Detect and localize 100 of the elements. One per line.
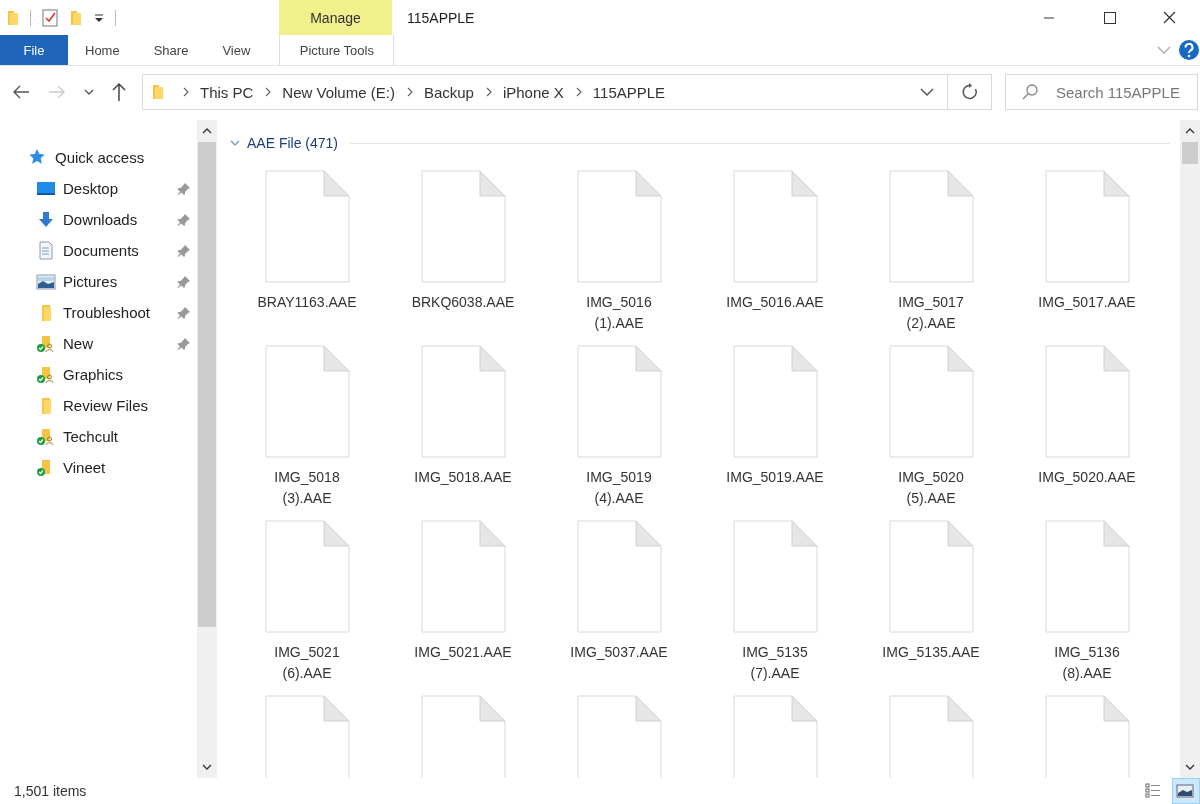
file-icon[interactable] — [1044, 520, 1130, 633]
shared-folder-icon — [36, 426, 56, 447]
ribbon-tab[interactable]: View — [205, 35, 268, 65]
file-name[interactable]: IMG_5021 (6).AAE — [251, 642, 363, 684]
sidebar-item[interactable]: Documents — [0, 235, 197, 266]
file-icon[interactable] — [732, 520, 818, 633]
file-icon[interactable] — [888, 695, 974, 778]
scroll-thumb[interactable] — [1182, 142, 1198, 164]
search-icon — [1021, 83, 1039, 101]
file-icon[interactable] — [264, 170, 350, 283]
expand-ribbon-icon[interactable] — [1156, 44, 1172, 56]
scroll-thumb[interactable] — [198, 142, 216, 627]
folder-icon — [151, 83, 165, 101]
file-name[interactable]: IMG_5017 (2).AAE — [875, 292, 987, 334]
file-name[interactable]: IMG_5018 (3).AAE — [251, 467, 363, 509]
search-field[interactable]: Search 115APPLE — [1005, 74, 1198, 110]
pin-icon[interactable] — [177, 181, 191, 196]
pin-icon[interactable] — [177, 212, 191, 227]
file-icon[interactable] — [732, 345, 818, 458]
file-name[interactable]: IMG_5020.AAE — [1038, 467, 1136, 488]
address-bar[interactable]: This PC New Volume (E:) Backup iPhone X 115APPLE — [142, 74, 948, 110]
breadcrumb-item[interactable]: This PC — [200, 83, 254, 101]
sidebar-item[interactable]: Graphics — [0, 359, 197, 390]
pin-icon[interactable] — [177, 274, 191, 289]
ribbon-tab[interactable]: Picture Tools — [279, 35, 395, 65]
ribbon-tab[interactable]: Share — [136, 35, 206, 65]
ribbon-tab[interactable]: Home — [68, 35, 137, 65]
properties-icon[interactable] — [41, 7, 59, 28]
new-folder-icon[interactable] — [69, 8, 83, 27]
item-count: 1,501 items — [14, 783, 87, 799]
file-icon[interactable] — [576, 695, 662, 778]
file-name[interactable]: IMG_5017.AAE — [1038, 292, 1136, 313]
file-name[interactable]: BRAY1163.AAE — [257, 292, 357, 313]
scroll-up-icon[interactable] — [201, 126, 213, 136]
pin-icon[interactable] — [177, 243, 191, 258]
file-name[interactable]: IMG_5019.AAE — [726, 467, 824, 488]
file-icon[interactable] — [888, 170, 974, 283]
file-icon[interactable] — [576, 520, 662, 633]
file-name[interactable]: IMG_5019 (4).AAE — [563, 467, 675, 509]
file-icon[interactable] — [420, 520, 506, 633]
file-icon[interactable] — [1044, 695, 1130, 778]
pin-icon[interactable] — [177, 336, 191, 351]
chevron-icon[interactable] — [181, 86, 191, 98]
file-name[interactable]: IMG_5135 (7).AAE — [719, 642, 831, 684]
file-icon[interactable] — [420, 170, 506, 283]
collapse-chevron-icon[interactable] — [229, 138, 241, 148]
dropdown-caret-icon[interactable] — [919, 86, 935, 98]
help-icon[interactable] — [1178, 39, 1200, 61]
breadcrumb-item[interactable]: New Volume (E:) — [282, 83, 395, 101]
file-icon[interactable] — [888, 345, 974, 458]
file-icon[interactable] — [1044, 345, 1130, 458]
breadcrumb-item[interactable]: 115APPLE — [592, 83, 666, 101]
scrollbar[interactable] — [197, 120, 217, 778]
file-icon[interactable] — [732, 695, 818, 778]
file-name[interactable]: IMG_5016.AAE — [726, 292, 824, 313]
file-icon[interactable] — [264, 520, 350, 633]
sidebar-item[interactable]: Vineet — [0, 452, 197, 483]
file-name[interactable]: IMG_5037.AAE — [570, 642, 668, 663]
sidebar-item[interactable]: Review Files — [0, 390, 197, 421]
refresh-button[interactable] — [948, 74, 992, 110]
large-icons-view-icon[interactable] — [1172, 778, 1200, 804]
file-name[interactable]: IMG_5018.AAE — [414, 467, 512, 488]
breadcrumb-item[interactable]: Backup — [423, 83, 474, 101]
scroll-down-icon[interactable] — [1184, 762, 1196, 772]
group-header[interactable]: AAE File (471) — [247, 135, 339, 151]
scrollbar[interactable] — [1180, 120, 1200, 778]
file-name[interactable]: IMG_5016 (1).AAE — [563, 292, 675, 334]
file-icon[interactable] — [1044, 170, 1130, 283]
manage-group-label: Manage — [279, 0, 392, 35]
file-name[interactable]: IMG_5020 (5).AAE — [875, 467, 987, 509]
up-arrow-icon[interactable] — [110, 81, 128, 103]
file-icon[interactable] — [576, 345, 662, 458]
ribbon-tab[interactable]: File — [0, 35, 68, 65]
scroll-down-icon[interactable] — [201, 762, 213, 772]
sidebar-item[interactable]: Quick access — [0, 142, 197, 173]
file-name[interactable]: IMG_5021.AAE — [414, 642, 512, 663]
file-name[interactable]: IMG_5136 (8).AAE — [1031, 642, 1143, 684]
file-name[interactable]: IMG_5135.AAE — [882, 642, 980, 663]
sidebar-item[interactable]: New — [0, 328, 197, 359]
shared-folder-icon — [36, 364, 56, 385]
sidebar-item[interactable]: Downloads — [0, 204, 197, 235]
file-name[interactable]: BRKQ6038.AAE — [411, 292, 515, 313]
pin-icon[interactable] — [177, 305, 191, 320]
customize-dropdown-icon[interactable] — [93, 11, 105, 24]
file-icon[interactable] — [264, 345, 350, 458]
sidebar-item[interactable]: Troubleshoot — [0, 297, 197, 328]
sidebar-item[interactable]: Pictures — [0, 266, 197, 297]
breadcrumb-item[interactable]: iPhone X — [502, 83, 564, 101]
scroll-up-icon[interactable] — [1184, 126, 1196, 136]
file-icon[interactable] — [420, 695, 506, 778]
file-icon[interactable] — [576, 170, 662, 283]
file-icon[interactable] — [420, 345, 506, 458]
window-title: 115APPLE — [406, 8, 476, 28]
sidebar-item[interactable]: Desktop — [0, 173, 197, 204]
pictures-icon — [36, 271, 56, 292]
folder-icon[interactable] — [6, 8, 20, 27]
file-icon[interactable] — [732, 170, 818, 283]
file-icon[interactable] — [888, 520, 974, 633]
file-icon[interactable] — [264, 695, 350, 778]
sidebar-item[interactable]: Techcult — [0, 421, 197, 452]
